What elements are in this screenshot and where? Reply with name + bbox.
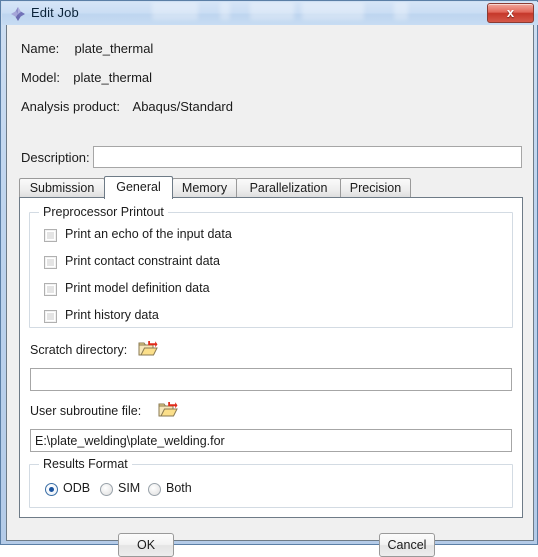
cancel-button[interactable]: Cancel: [379, 533, 435, 557]
radio-label: ODB: [63, 481, 91, 495]
dialog-content: Name: plate_thermal Model: plate_thermal…: [7, 25, 533, 557]
analysis-product-label: Analysis product:: [21, 99, 120, 114]
tab-submission[interactable]: Submission: [19, 178, 105, 198]
background-ghost: [394, 2, 408, 20]
tab-parallelization[interactable]: Parallelization: [236, 178, 341, 198]
checkbox-label: Print history data: [65, 308, 159, 322]
model-row: Model: plate_thermal: [21, 70, 152, 85]
edit-job-dialog: Edit Job x Name: plate_thermal Model: pl…: [0, 0, 538, 557]
background-ghost: [220, 2, 230, 20]
general-tab-panel: Preprocessor Printout Print an echo of t…: [19, 197, 523, 518]
abaqus-diamond-icon: [11, 7, 25, 21]
preprocessor-printout-title: Preprocessor Printout: [39, 205, 168, 219]
description-input[interactable]: [93, 146, 522, 168]
checkbox-icon: [44, 256, 57, 269]
radio-icon-selected: [45, 483, 58, 496]
checkbox-icon: [44, 283, 57, 296]
preprocessor-printout-group: Preprocessor Printout Print an echo of t…: [29, 205, 513, 328]
tab-precision[interactable]: Precision: [340, 178, 411, 198]
checkbox-label: Print contact constraint data: [65, 254, 220, 268]
tab-memory[interactable]: Memory: [172, 178, 237, 198]
background-ghost: [152, 2, 198, 20]
radio-label: SIM: [118, 481, 141, 495]
model-value: plate_thermal: [73, 70, 153, 85]
checkbox-label: Print an echo of the input data: [65, 227, 232, 241]
open-folder-icon[interactable]: [138, 340, 158, 358]
analysis-product-row: Analysis product: Abaqus/Standard: [21, 99, 233, 114]
open-folder-icon[interactable]: [158, 401, 178, 419]
job-name-row: Name: plate_thermal: [21, 41, 153, 56]
title-bar: Edit Job x: [2, 2, 538, 25]
job-name-value: plate_thermal: [74, 41, 154, 56]
checkbox-icon: [44, 310, 57, 323]
job-name-label: Name:: [21, 41, 60, 56]
ok-button[interactable]: OK: [118, 533, 174, 557]
close-icon: x: [506, 5, 515, 20]
analysis-product-value: Abaqus/Standard: [132, 99, 233, 114]
results-format-title: Results Format: [39, 457, 132, 471]
results-format-group: Results Format ODB SIM Both: [29, 457, 513, 508]
scratch-directory-label: Scratch directory:: [30, 343, 128, 357]
user-subroutine-input[interactable]: [30, 429, 512, 452]
tab-general[interactable]: General: [104, 176, 173, 199]
checkbox-label: Print model definition data: [65, 281, 210, 295]
tab-strip: Submission General Memory Parallelizatio…: [19, 176, 523, 199]
radio-icon: [100, 483, 113, 496]
window-title: Edit Job: [31, 5, 79, 20]
radio-label: Both: [166, 481, 192, 495]
model-label: Model:: [21, 70, 61, 85]
radio-icon: [148, 483, 161, 496]
background-ghost: [250, 2, 294, 20]
scratch-directory-input[interactable]: [30, 368, 512, 391]
background-ghost: [302, 2, 364, 20]
description-label: Description:: [21, 150, 90, 165]
user-subroutine-label: User subroutine file:: [30, 404, 142, 418]
checkbox-icon: [44, 229, 57, 242]
dialog-body: Name: plate_thermal Model: plate_thermal…: [6, 25, 534, 557]
close-button[interactable]: x: [487, 3, 534, 23]
